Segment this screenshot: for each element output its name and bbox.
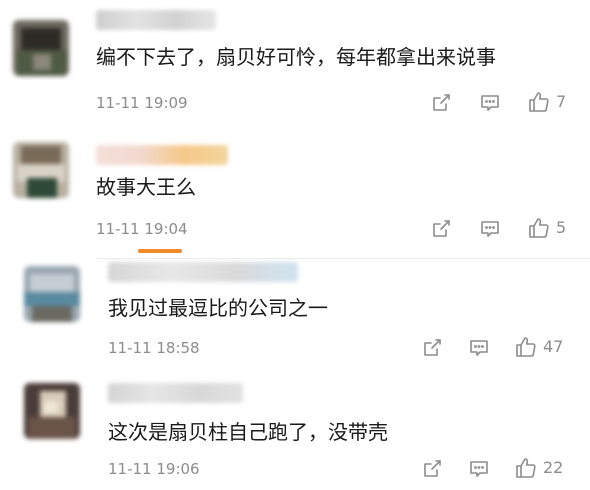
username[interactable]: [108, 262, 298, 282]
like-count: 7: [556, 92, 567, 111]
avatar[interactable]: [13, 142, 69, 198]
like-count: 5: [556, 218, 567, 237]
comment-item: 我见过最逗比的公司之一 11-11 18:58 47: [0, 258, 590, 373]
avatar[interactable]: [13, 20, 69, 76]
comment-item: 故事大王么 11-11 19:04 5: [0, 125, 590, 255]
share-icon: [433, 220, 450, 237]
thumbs-up-icon: [516, 337, 536, 357]
share-icon: [424, 339, 441, 356]
thumbs-up-icon: [516, 458, 536, 478]
comment-button[interactable]: [468, 337, 490, 359]
username[interactable]: [96, 145, 228, 165]
share-button[interactable]: [421, 458, 443, 480]
comment-icon: [470, 461, 488, 477]
thumbs-up-icon: [529, 92, 549, 112]
like-count: 47: [543, 337, 564, 356]
like-button[interactable]: 7: [527, 91, 566, 113]
share-icon: [424, 460, 441, 477]
username[interactable]: [96, 10, 216, 30]
comment-button[interactable]: [479, 218, 501, 240]
share-button[interactable]: [430, 218, 452, 240]
like-button[interactable]: 47: [514, 336, 563, 358]
comment-text: 我见过最逗比的公司之一: [108, 296, 328, 320]
avatar[interactable]: [24, 383, 80, 439]
comment-button[interactable]: [479, 92, 501, 114]
comment-item: 编不下去了，扇贝好可怜，每年都拿出来说事 11-11 19:09 7: [0, 0, 590, 125]
comment-text: 这次是扇贝柱自己跑了，没带壳: [108, 420, 388, 444]
comment-icon: [470, 340, 488, 356]
comment-time: 11-11 19:09: [96, 94, 188, 112]
comment-text: 编不下去了，扇贝好可怜，每年都拿出来说事: [96, 45, 496, 69]
thumbs-up-icon: [529, 218, 549, 238]
comment-button[interactable]: [468, 458, 490, 480]
share-button[interactable]: [430, 92, 452, 114]
active-indicator: [138, 249, 182, 253]
like-count: 22: [543, 458, 564, 477]
like-button[interactable]: 22: [514, 457, 563, 479]
like-button[interactable]: 5: [527, 217, 566, 239]
avatar[interactable]: [24, 266, 80, 322]
comment-time: 11-11 19:04: [96, 220, 188, 238]
share-button[interactable]: [421, 337, 443, 359]
comment-text: 故事大王么: [96, 175, 196, 199]
comment-icon: [481, 95, 499, 111]
comment-time: 11-11 18:58: [108, 339, 200, 357]
comment-icon: [481, 221, 499, 237]
comment-time: 11-11 19:06: [108, 460, 200, 478]
share-icon: [433, 94, 450, 111]
comment-item: 这次是扇贝柱自己跑了，没带壳 11-11 19:06 22: [0, 373, 590, 490]
username[interactable]: [108, 383, 243, 403]
